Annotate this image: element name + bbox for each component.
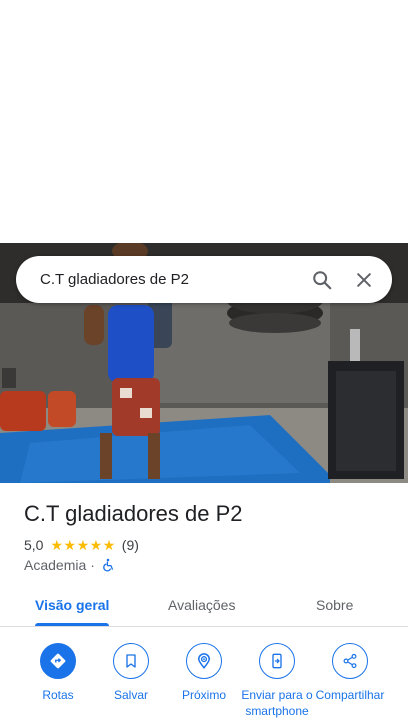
place-category: Academia [24,557,87,573]
search-icon [313,270,332,289]
search-input[interactable]: C.T gladiadores de P2 [16,271,302,288]
share-button[interactable]: Compartilhar [310,643,390,703]
save-label: Salvar [113,688,148,702]
active-tab-indicator [35,623,109,626]
send-to-phone-button[interactable]: Enviar para o smartphone [237,643,317,719]
directions-label: Rotas [42,688,74,702]
rating-stars: ★ ★ ★ ★ ★ [50,538,115,552]
star-icon: ★ [89,537,103,553]
save-button[interactable]: Salvar [91,643,171,703]
star-icon: ★ [102,537,116,553]
tab-overview[interactable]: Visão geral [35,597,109,613]
directions-icon [40,643,76,679]
nearby-label: Próximo [181,688,226,702]
review-count[interactable]: (9) [122,537,139,553]
tab-about[interactable]: Sobre [316,597,353,613]
search-button[interactable] [302,260,342,300]
send-to-phone-icon [259,643,295,679]
nearby-button[interactable]: Próximo [164,643,244,703]
rating-row[interactable]: 5,0 ★ ★ ★ ★ ★ (9) [24,537,139,553]
place-tabs: Visão geral Avaliações Sobre [0,587,408,627]
directions-button[interactable]: Rotas [18,643,98,703]
tab-reviews[interactable]: Avaliações [168,597,235,613]
share-icon [332,643,368,679]
place-info-sheet: C.T gladiadores de P2 5,0 ★ ★ ★ ★ ★ (9) … [0,483,408,726]
rating-value: 5,0 [24,537,44,553]
star-icon: ★ [76,537,90,553]
bookmark-icon [113,643,149,679]
nearby-icon [186,643,222,679]
share-label: Compartilhar [315,688,385,702]
action-buttons: Rotas Salvar Próximo Enviar para o smart… [0,643,408,726]
category-row: Academia · [24,557,115,573]
clear-search-button[interactable] [342,260,386,300]
separator: · [90,557,95,573]
map-area-blank [0,0,408,243]
search-bar[interactable]: C.T gladiadores de P2 [16,256,392,303]
star-icon: ★ [63,537,77,553]
wheelchair-accessible-icon [101,558,115,572]
place-title: C.T gladiadores de P2 [24,501,243,526]
send-to-phone-label: Enviar para o smartphone [241,688,313,718]
close-icon [357,272,371,287]
star-icon: ★ [50,537,64,553]
